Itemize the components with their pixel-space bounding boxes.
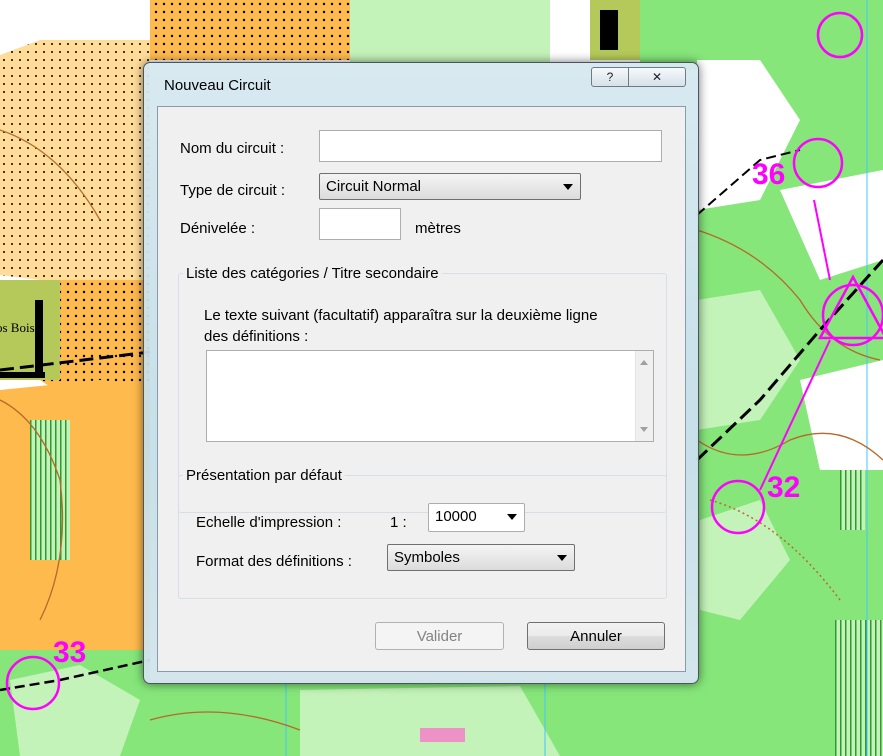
climb-input[interactable] (319, 208, 401, 240)
textarea-scrollbar[interactable] (635, 351, 653, 441)
map-place-label: os Bois (0, 320, 35, 335)
control-number-33: 33 (53, 636, 86, 669)
new-course-dialog: Nouveau Circuit ? ✕ Nom du circuit : Typ… (143, 62, 699, 684)
scroll-down-icon[interactable] (640, 427, 648, 432)
description-format-select[interactable]: Symboles (387, 544, 575, 571)
dialog-title: Nouveau Circuit (164, 77, 271, 94)
print-scale-prefix: 1 : (390, 514, 407, 531)
climb-label: Dénivelée : (180, 220, 256, 237)
chevron-down-icon (557, 555, 567, 561)
validate-button[interactable]: Valider (375, 622, 504, 650)
print-scale-label: Echelle d'impression : (196, 514, 342, 531)
control-number-36: 36 (752, 158, 785, 191)
course-name-input[interactable] (319, 130, 662, 162)
help-icon: ? (606, 70, 614, 84)
categories-group-title: Liste des catégories / Titre secondaire (183, 265, 442, 282)
presentation-group-title: Présentation par défaut (183, 467, 345, 484)
secondary-title-textarea[interactable] (206, 350, 654, 442)
dialog-titlebar[interactable]: Nouveau Circuit ? ✕ (144, 63, 698, 105)
presentation-group (178, 475, 667, 599)
close-button[interactable]: ✕ (628, 67, 686, 87)
course-name-label: Nom du circuit : (180, 140, 285, 157)
categories-description-line1: Le texte suivant (facultatif) apparaîtra… (204, 307, 598, 324)
print-scale-select[interactable]: 10000 (428, 503, 525, 532)
chevron-down-icon (563, 184, 573, 190)
climb-unit: mètres (415, 220, 461, 237)
course-type-label: Type de circuit : (180, 182, 286, 199)
help-button[interactable]: ? (591, 67, 629, 87)
scroll-up-icon[interactable] (640, 360, 648, 365)
course-type-select[interactable]: Circuit Normal (319, 173, 581, 200)
description-format-value: Symboles (394, 549, 460, 566)
description-format-label: Format des définitions : (196, 553, 352, 570)
chevron-down-icon (507, 514, 517, 520)
course-type-value: Circuit Normal (326, 178, 422, 195)
control-number-32: 32 (767, 471, 800, 504)
print-scale-value: 10000 (435, 508, 477, 525)
close-icon: ✕ (651, 70, 663, 84)
categories-description-line2: des définitions : (204, 328, 309, 345)
dialog-client-area: Nom du circuit : Type de circuit : Circu… (157, 106, 686, 672)
cancel-button[interactable]: Annuler (527, 622, 665, 650)
